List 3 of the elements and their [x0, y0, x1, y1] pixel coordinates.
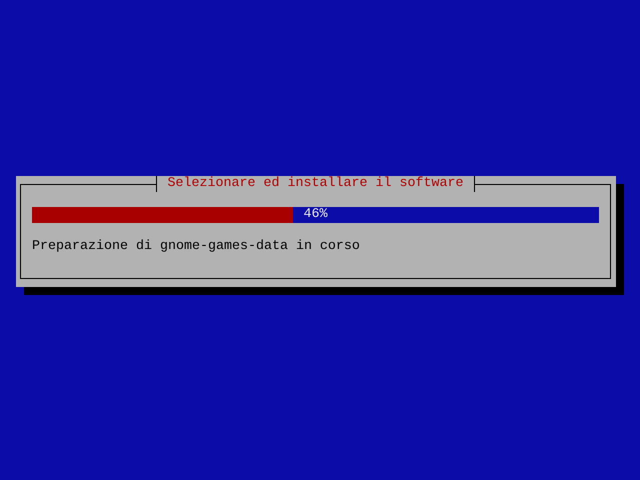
- status-message: Preparazione di gnome-games-data in corso: [32, 239, 361, 255]
- progress-percentage: 46%: [304, 207, 328, 223]
- dialog-title: Selezionare ed installare il software: [156, 176, 476, 192]
